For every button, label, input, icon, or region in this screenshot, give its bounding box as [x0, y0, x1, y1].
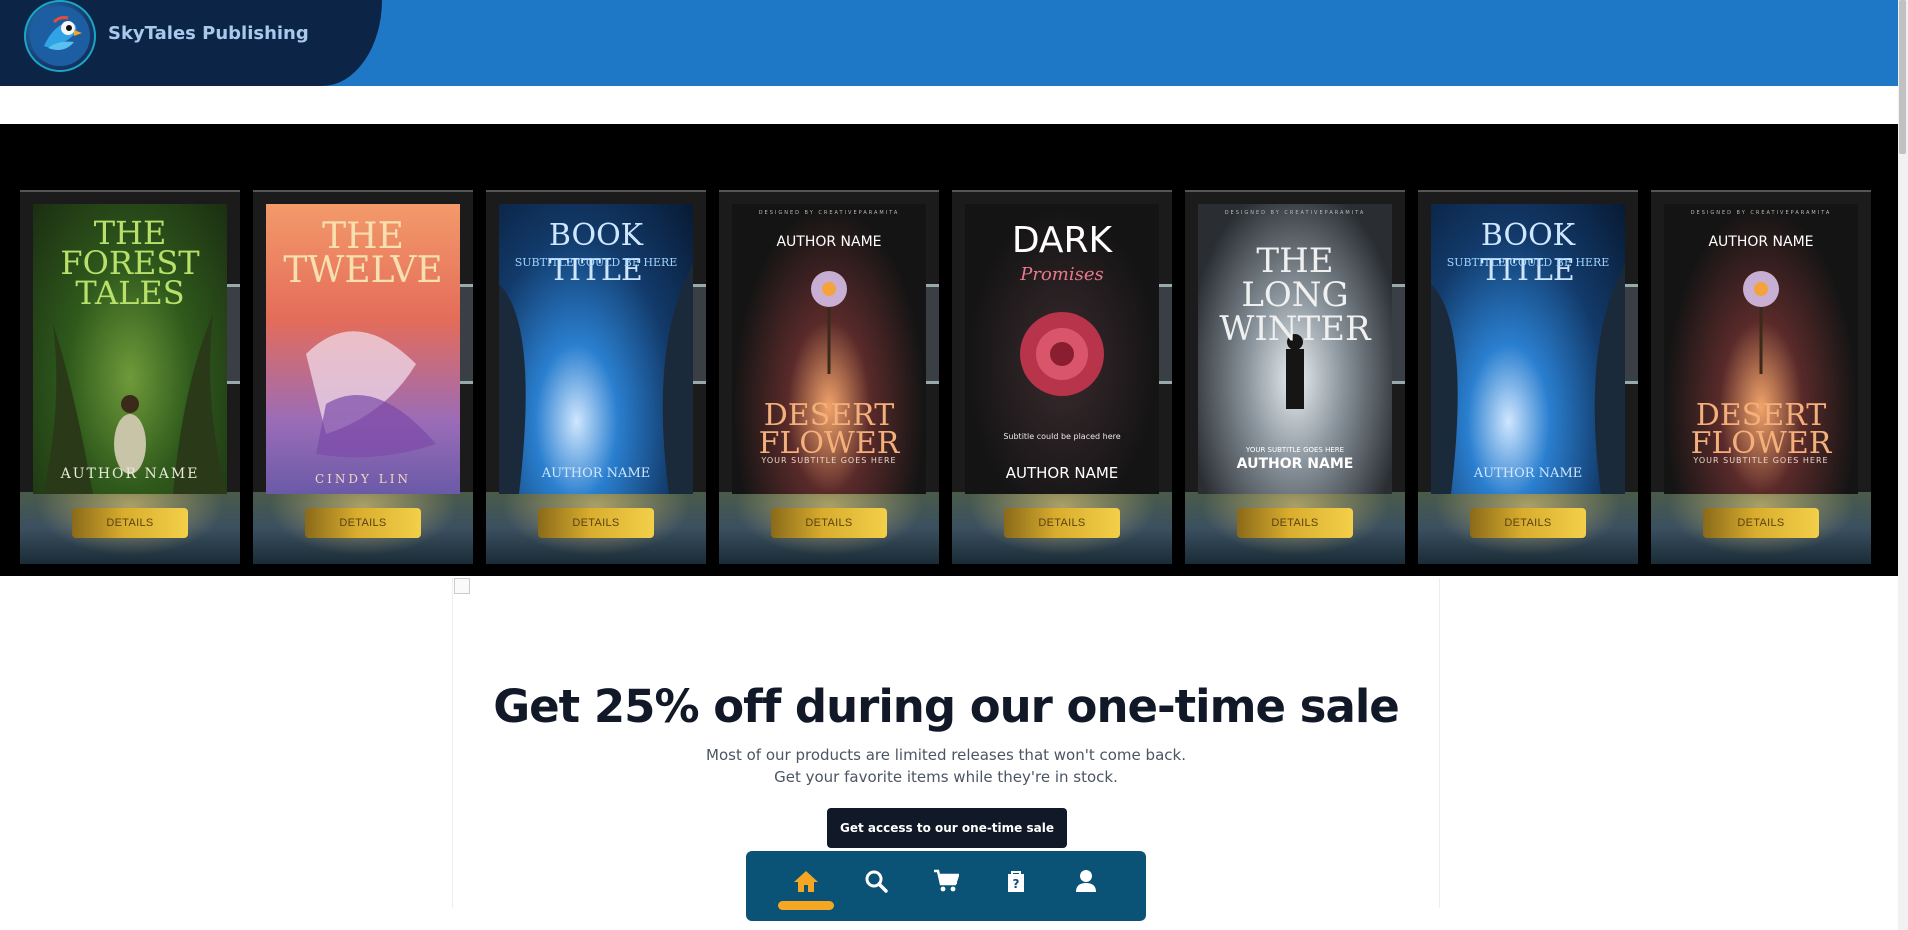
top-header: SkyTales Publishing — [0, 0, 1898, 86]
nav-account[interactable] — [1066, 869, 1106, 903]
details-button[interactable]: DETAILS — [1004, 508, 1120, 538]
book-author: AUTHOR NAME — [776, 234, 882, 250]
book-title: BOOK TITLE — [1480, 218, 1576, 288]
details-button[interactable]: DETAILS — [72, 508, 188, 538]
details-button[interactable]: DETAILS — [538, 508, 654, 538]
book-subtitle: SUBTITLE COULD BE HERE — [514, 256, 678, 269]
brand-name[interactable]: SkyTales Publishing — [108, 23, 309, 44]
book-subtitle: Subtitle could be placed here — [1003, 432, 1121, 441]
book-cover[interactable]: THE FOREST TALES AUTHOR NAME — [33, 204, 227, 494]
user-icon — [1076, 870, 1096, 892]
nav-home[interactable] — [786, 869, 826, 903]
details-button[interactable]: DETAILS — [1703, 508, 1819, 538]
details-button[interactable]: DETAILS — [771, 508, 887, 538]
book-title-script: Promises — [1020, 264, 1104, 285]
promo-description-line: Get your favorite items while they're in… — [774, 768, 1118, 786]
book-title: THE TWELVE — [283, 216, 443, 291]
book-card[interactable]: DESIGNED BY CREATIVEPARAMITA AUTHOR NAME… — [1651, 190, 1871, 564]
book-card[interactable]: DESIGNED BY CREATIVEPARAMITA AUTHOR NAME… — [719, 190, 939, 564]
order-bag-icon: ? — [1008, 871, 1024, 892]
book-card[interactable]: BOOK TITLE SUBTITLE COULD BE HERE AUTHOR… — [1418, 190, 1638, 564]
scrollbar-thumb[interactable] — [1899, 0, 1906, 154]
svg-text:?: ? — [1013, 877, 1020, 891]
book-cover[interactable]: BOOK TITLE SUBTITLE COULD BE HERE AUTHOR… — [499, 204, 693, 494]
book-title: DESERT FLOWER — [758, 398, 900, 461]
parrot-logo-icon[interactable] — [24, 0, 96, 72]
sale-access-button[interactable]: Get access to our one-time sale — [827, 808, 1067, 848]
book-title: DARK — [1011, 220, 1113, 261]
book-subtitle: SUBTITLE COULD BE HERE — [1446, 256, 1610, 269]
book-carousel: THE FOREST TALES AUTHOR NAME DETAILS THE… — [0, 124, 1898, 576]
book-author: AUTHOR NAME — [1005, 464, 1119, 482]
promo-title: Get 25% off during our one-time sale — [493, 680, 1400, 733]
book-author: AUTHOR NAME — [1236, 456, 1354, 472]
book-subtitle: YOUR SUBTITLE GOES HERE — [1693, 456, 1829, 465]
book-title: THE FOREST TALES — [60, 214, 200, 312]
book-card[interactable]: DESIGNED BY CREATIVEPARAMITA THE LONG WI… — [1185, 190, 1405, 564]
book-author: CINDY LIN — [315, 472, 411, 486]
book-author: AUTHOR NAME — [1473, 466, 1583, 481]
book-author: AUTHOR NAME — [60, 466, 200, 482]
book-cover[interactable]: DESIGNED BY CREATIVEPARAMITA AUTHOR NAME… — [732, 204, 926, 494]
book-title: DESERT FLOWER — [1690, 398, 1832, 461]
designer-credit: DESIGNED BY CREATIVEPARAMITA — [1690, 210, 1832, 216]
bottom-navigation: ? — [746, 851, 1146, 921]
book-author: AUTHOR NAME — [1708, 234, 1814, 250]
book-card[interactable]: DARK Promises Subtitle could be placed h… — [952, 190, 1172, 564]
details-button[interactable]: DETAILS — [305, 508, 421, 538]
home-icon — [794, 871, 818, 892]
brand-block: SkyTales Publishing — [0, 0, 382, 86]
nav-cart[interactable] — [926, 869, 966, 903]
book-cover[interactable]: BOOK TITLE SUBTITLE COULD BE HERE AUTHOR… — [1431, 204, 1625, 494]
nav-search[interactable] — [856, 869, 896, 903]
search-icon — [865, 870, 888, 893]
book-author: AUTHOR NAME — [541, 466, 651, 481]
book-cover[interactable]: DESIGNED BY CREATIVEPARAMITA THE LONG WI… — [1198, 204, 1392, 494]
details-button[interactable]: DETAILS — [1237, 508, 1353, 538]
book-cover[interactable]: DARK Promises Subtitle could be placed h… — [965, 204, 1159, 494]
book-title: THE LONG WINTER — [1219, 241, 1371, 349]
cart-icon — [934, 869, 959, 892]
book-card[interactable]: THE TWELVE CINDY LIN DETAILS — [253, 190, 473, 564]
book-cover[interactable]: THE TWELVE CINDY LIN — [266, 204, 460, 494]
details-button[interactable]: DETAILS — [1470, 508, 1586, 538]
book-card[interactable]: BOOK TITLE SUBTITLE COULD BE HERE AUTHOR… — [486, 190, 706, 564]
book-card[interactable]: THE FOREST TALES AUTHOR NAME DETAILS — [20, 190, 240, 564]
page-scrollbar[interactable] — [1898, 0, 1908, 930]
book-title: BOOK TITLE — [548, 218, 644, 288]
nav-orders[interactable]: ? — [996, 869, 1036, 903]
designer-credit: DESIGNED BY CREATIVEPARAMITA — [758, 210, 900, 216]
designer-credit: DESIGNED BY CREATIVEPARAMITA — [1224, 210, 1366, 216]
book-cover[interactable]: DESIGNED BY CREATIVEPARAMITA AUTHOR NAME… — [1664, 204, 1858, 494]
book-subtitle: YOUR SUBTITLE GOES HERE — [1245, 446, 1345, 454]
active-nav-indicator — [778, 901, 834, 910]
broken-image-icon — [454, 578, 470, 594]
book-subtitle: YOUR SUBTITLE GOES HERE — [761, 456, 897, 465]
promo-description-line: Most of our products are limited release… — [706, 746, 1186, 764]
